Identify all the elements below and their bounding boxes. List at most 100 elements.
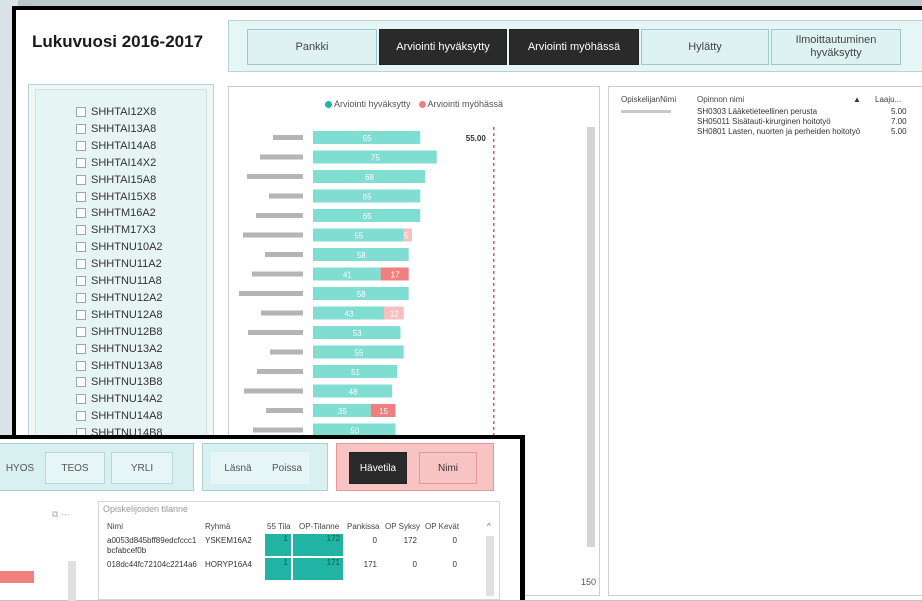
checkbox-icon[interactable] — [76, 174, 86, 185]
filter-group-3: Hävetila Nimi — [336, 443, 494, 491]
slicer-item-label: SHHTNU10A2 — [91, 241, 163, 254]
student-name-redacted — [621, 120, 671, 123]
filter-group-2: Läsnä Poissa — [202, 443, 328, 491]
filter-yrli[interactable]: YRLI — [111, 452, 173, 484]
chart-scrollbar[interactable] — [587, 127, 595, 547]
col-op-syksy[interactable]: OP Syksy — [385, 522, 420, 531]
slicer-item-label: SHHTNU12A2 — [91, 291, 163, 304]
course-name: SH0303 Lääketieteellinen perusta — [697, 107, 818, 116]
filter-teos[interactable]: TEOS — [45, 452, 105, 484]
checkbox-icon[interactable] — [76, 157, 86, 168]
col-ryhma[interactable]: Ryhmä — [205, 522, 230, 531]
category-label-redacted — [252, 271, 303, 277]
checkbox-icon[interactable] — [76, 225, 86, 236]
data-label: 55 — [354, 232, 363, 241]
column-header-course[interactable]: Opinnon nimi — [697, 95, 744, 104]
checkbox-icon[interactable] — [76, 360, 86, 371]
page-title: Lukuvuosi 2016-2017 — [32, 32, 204, 51]
slicer-item[interactable]: SHHTNU13A2 — [76, 343, 163, 355]
course-scope: 7.00 — [891, 117, 907, 126]
category-label-redacted — [253, 427, 303, 433]
tab-arviointi-hyvaksytty[interactable]: Arviointi hyväksytty — [379, 29, 507, 65]
tab-ilmoittautuminen-hyvaksytty[interactable]: Ilmoittautuminen hyväksytty — [771, 29, 901, 65]
column-header-scope[interactable]: Laaju... — [875, 95, 901, 104]
data-label: 12 — [390, 310, 399, 319]
checkbox-icon[interactable] — [76, 123, 86, 134]
slicer-item[interactable]: SHHTNU11A8 — [76, 275, 162, 287]
col-55-tila[interactable]: 55 Tila — [267, 522, 291, 531]
cell-kevat: 0 — [452, 560, 457, 569]
slicer-item-label: SHHTAI15X8 — [91, 190, 157, 203]
cell-55-tila: 1 — [265, 558, 291, 580]
table-scrollbar[interactable] — [486, 536, 494, 596]
slicer-item[interactable]: SHHTNU13A8 — [76, 360, 163, 372]
checkbox-icon[interactable] — [76, 242, 86, 253]
slicer-item[interactable]: SHHTAI15X8 — [76, 191, 156, 203]
slicer-item[interactable]: SHHTNU11A2 — [76, 258, 162, 270]
student-id-cont: bcfabcef0b — [107, 546, 147, 555]
category-label-redacted — [248, 330, 303, 335]
checkbox-icon[interactable] — [76, 292, 86, 303]
cell-ryhma: HORYP16A4 — [205, 560, 252, 569]
checkbox-icon[interactable] — [76, 343, 86, 354]
slicer-item-label: SHHTAI13A8 — [91, 122, 157, 135]
checkbox-icon[interactable] — [76, 326, 86, 337]
checkbox-icon[interactable] — [76, 259, 86, 270]
slicer-item[interactable]: SHHTNU12A8 — [76, 309, 163, 321]
slicer-item[interactable]: SHHTAI14A8 — [76, 140, 156, 152]
slicer-item[interactable]: SHHTNU12A2 — [76, 292, 163, 304]
data-label: 65 — [363, 193, 372, 202]
slicer-item[interactable]: SHHTNU14A2 — [76, 393, 163, 405]
tab-hylatty[interactable]: Hylätty — [641, 29, 769, 65]
checkbox-icon[interactable] — [76, 377, 86, 388]
data-label: 51 — [351, 368, 360, 377]
data-label: 41 — [343, 271, 352, 280]
col-op-tilanne[interactable]: OP-Tilanne — [299, 522, 339, 531]
cell-op-tilanne: 171 — [293, 558, 343, 580]
checkbox-icon[interactable] — [76, 276, 86, 286]
cell-pankissa: 0 — [372, 536, 377, 545]
student-name-redacted — [621, 110, 671, 113]
visual-options-icon[interactable]: ⧉ ··· — [52, 509, 70, 520]
slicer-item[interactable]: SHHTAI14X2 — [76, 157, 156, 169]
slicer-item[interactable]: SHHTM16A2 — [76, 207, 156, 219]
slicer-item[interactable]: SHHTAI15A8 — [76, 174, 156, 186]
slicer-item[interactable]: SHHTNU12B8 — [76, 326, 163, 338]
tab-arviointi-myohassa[interactable]: Arviointi myöhässä — [509, 29, 639, 65]
checkbox-icon[interactable] — [76, 394, 86, 405]
checkbox-icon[interactable] — [76, 140, 86, 151]
data-label: 15 — [379, 407, 388, 416]
chart-scrollbar-thumb[interactable] — [587, 127, 595, 547]
checkbox-icon[interactable] — [76, 107, 86, 117]
student-name-redacted — [621, 130, 671, 133]
col-pankissa[interactable]: Pankissa — [347, 522, 379, 531]
slicer-item[interactable]: SHHTNU13B8 — [76, 376, 163, 388]
checkbox-icon[interactable] — [76, 411, 86, 422]
cell-pankissa: 171 — [363, 560, 377, 569]
slicer-item[interactable]: SHHTM17X3 — [76, 224, 156, 236]
slicer-item[interactable]: SHHTAI12X8 — [76, 106, 156, 118]
slicer-item[interactable]: SHHTNU14A8 — [76, 410, 163, 422]
checkbox-icon[interactable] — [76, 191, 86, 202]
slicer-item[interactable]: SHHTNU10A2 — [76, 241, 163, 253]
left-scrollbar[interactable] — [68, 561, 76, 601]
overlay-window: HYOS TEOS YRLI Läsnä Poissa Hävetila Nim… — [0, 435, 525, 601]
col-op-kevat[interactable]: OP Kevät — [425, 522, 459, 531]
filter-poissa[interactable]: Poissa — [265, 452, 309, 484]
filter-nimi[interactable]: Nimi — [419, 452, 477, 484]
scroll-up-icon[interactable]: ^ — [487, 522, 491, 531]
col-nimi[interactable]: Nimi — [107, 522, 123, 531]
table-title: Opiskelijoiden tilanne — [103, 504, 189, 514]
checkbox-icon[interactable] — [76, 208, 86, 219]
filter-havetila[interactable]: Hävetila — [349, 452, 407, 484]
slicer-item[interactable]: SHHTAI13A8 — [76, 123, 156, 135]
column-header-student[interactable]: OpiskelijanNimi — [621, 95, 676, 104]
filter-hyos[interactable]: HYOS — [1, 452, 39, 484]
slicer-item-label: SHHTNU14A8 — [91, 410, 163, 423]
checkbox-icon[interactable] — [76, 309, 86, 320]
sort-ascending-icon[interactable]: ▲ — [853, 95, 861, 104]
slicer-item-label: SHHTNU12A8 — [91, 308, 163, 321]
filter-lasna[interactable]: Läsnä — [211, 452, 265, 484]
student-id: 018dc44fc72104c2214a6 — [107, 560, 197, 569]
tab-pankki[interactable]: Pankki — [247, 29, 377, 65]
